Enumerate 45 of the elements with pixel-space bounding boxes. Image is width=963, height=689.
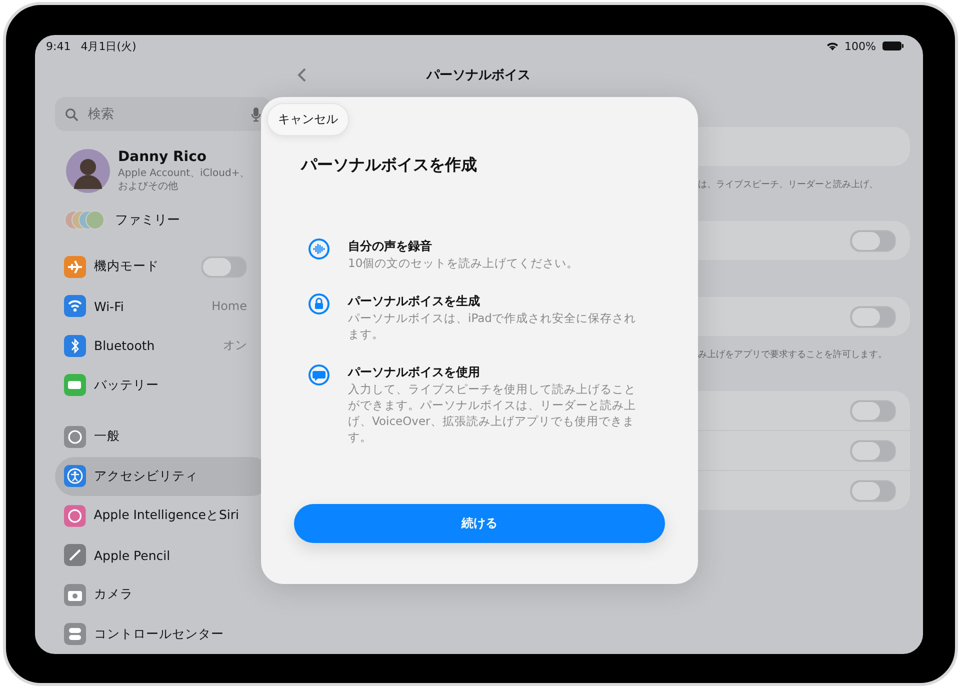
- toggle-switch[interactable]: [201, 256, 247, 278]
- toggle-switch[interactable]: [850, 306, 896, 328]
- feature-title: パーソナルボイスを生成: [348, 293, 481, 310]
- status-date: 4月1日(火): [80, 38, 136, 54]
- dialog-title: パーソナルボイスを作成: [300, 155, 478, 176]
- battery-percent: 100%: [844, 40, 876, 52]
- family-label[interactable]: ファミリー: [115, 211, 180, 229]
- wifi-icon: [826, 41, 839, 51]
- footnote-text: み上げをアプリで要求することを許可します。: [698, 350, 887, 360]
- avatar-icon[interactable]: [66, 149, 110, 193]
- feature-description: 10個の文のセットを読み上げてください。: [348, 255, 580, 271]
- speech-bubble-icon: [308, 364, 330, 386]
- cancel-button[interactable]: キャンセル: [267, 103, 349, 136]
- toggle-switch[interactable]: [850, 480, 896, 502]
- feature-title: パーソナルボイスを使用: [348, 364, 481, 381]
- page-title: パーソナルボイス: [425, 67, 532, 84]
- feature-description: 入力して、ライブスピーチを使用して読み上げることができます。パーソナルボイスは、リーダーと読み上げ、VoiceOver、拡張読み上げアプリでも使用できます。: [348, 381, 637, 445]
- feature-title: 自分の声を録音: [348, 238, 433, 255]
- toggle-switch[interactable]: [850, 440, 896, 462]
- settings-item[interactable]: コントロールセンター: [55, 614, 261, 654]
- family-avatars-icon: [63, 209, 107, 231]
- settings-item[interactable]: バッテリー: [55, 366, 261, 405]
- back-icon[interactable]: [297, 67, 307, 83]
- settings-item[interactable]: Apple Pencil: [55, 536, 261, 575]
- settings-item[interactable]: Apple IntelligenceとSiri: [55, 496, 261, 536]
- battery-icon: [882, 41, 904, 51]
- status-time: 9:41: [46, 40, 71, 52]
- microphone-icon[interactable]: [251, 106, 261, 122]
- lock-icon: [308, 293, 330, 315]
- continue-button[interactable]: 続ける: [294, 504, 665, 543]
- settings-item[interactable]: カメラ: [55, 575, 261, 614]
- search-icon: [65, 108, 78, 120]
- search-input[interactable]: 検索: [86, 106, 243, 122]
- footnote-text: は、ライブスピーチ、リーダーと読み上げ、: [698, 180, 878, 190]
- settings-item[interactable]: 機内モード: [55, 247, 261, 286]
- account-subtitle: Apple Account、iCloud+、およびその他: [118, 167, 251, 193]
- settings-item[interactable]: Bluetooth オン: [55, 326, 261, 366]
- settings-item[interactable]: 一般: [55, 417, 261, 456]
- account-name[interactable]: Danny Rico: [118, 149, 252, 165]
- toggle-switch[interactable]: [850, 400, 896, 422]
- waveform-icon: [308, 238, 330, 260]
- toggle-switch[interactable]: [850, 230, 896, 252]
- feature-description: パーソナルボイスは、iPadで作成され安全に保存されます。: [348, 310, 637, 342]
- settings-item[interactable]: Wi-Fi Home: [55, 286, 261, 326]
- search-field[interactable]: 検索: [55, 97, 271, 131]
